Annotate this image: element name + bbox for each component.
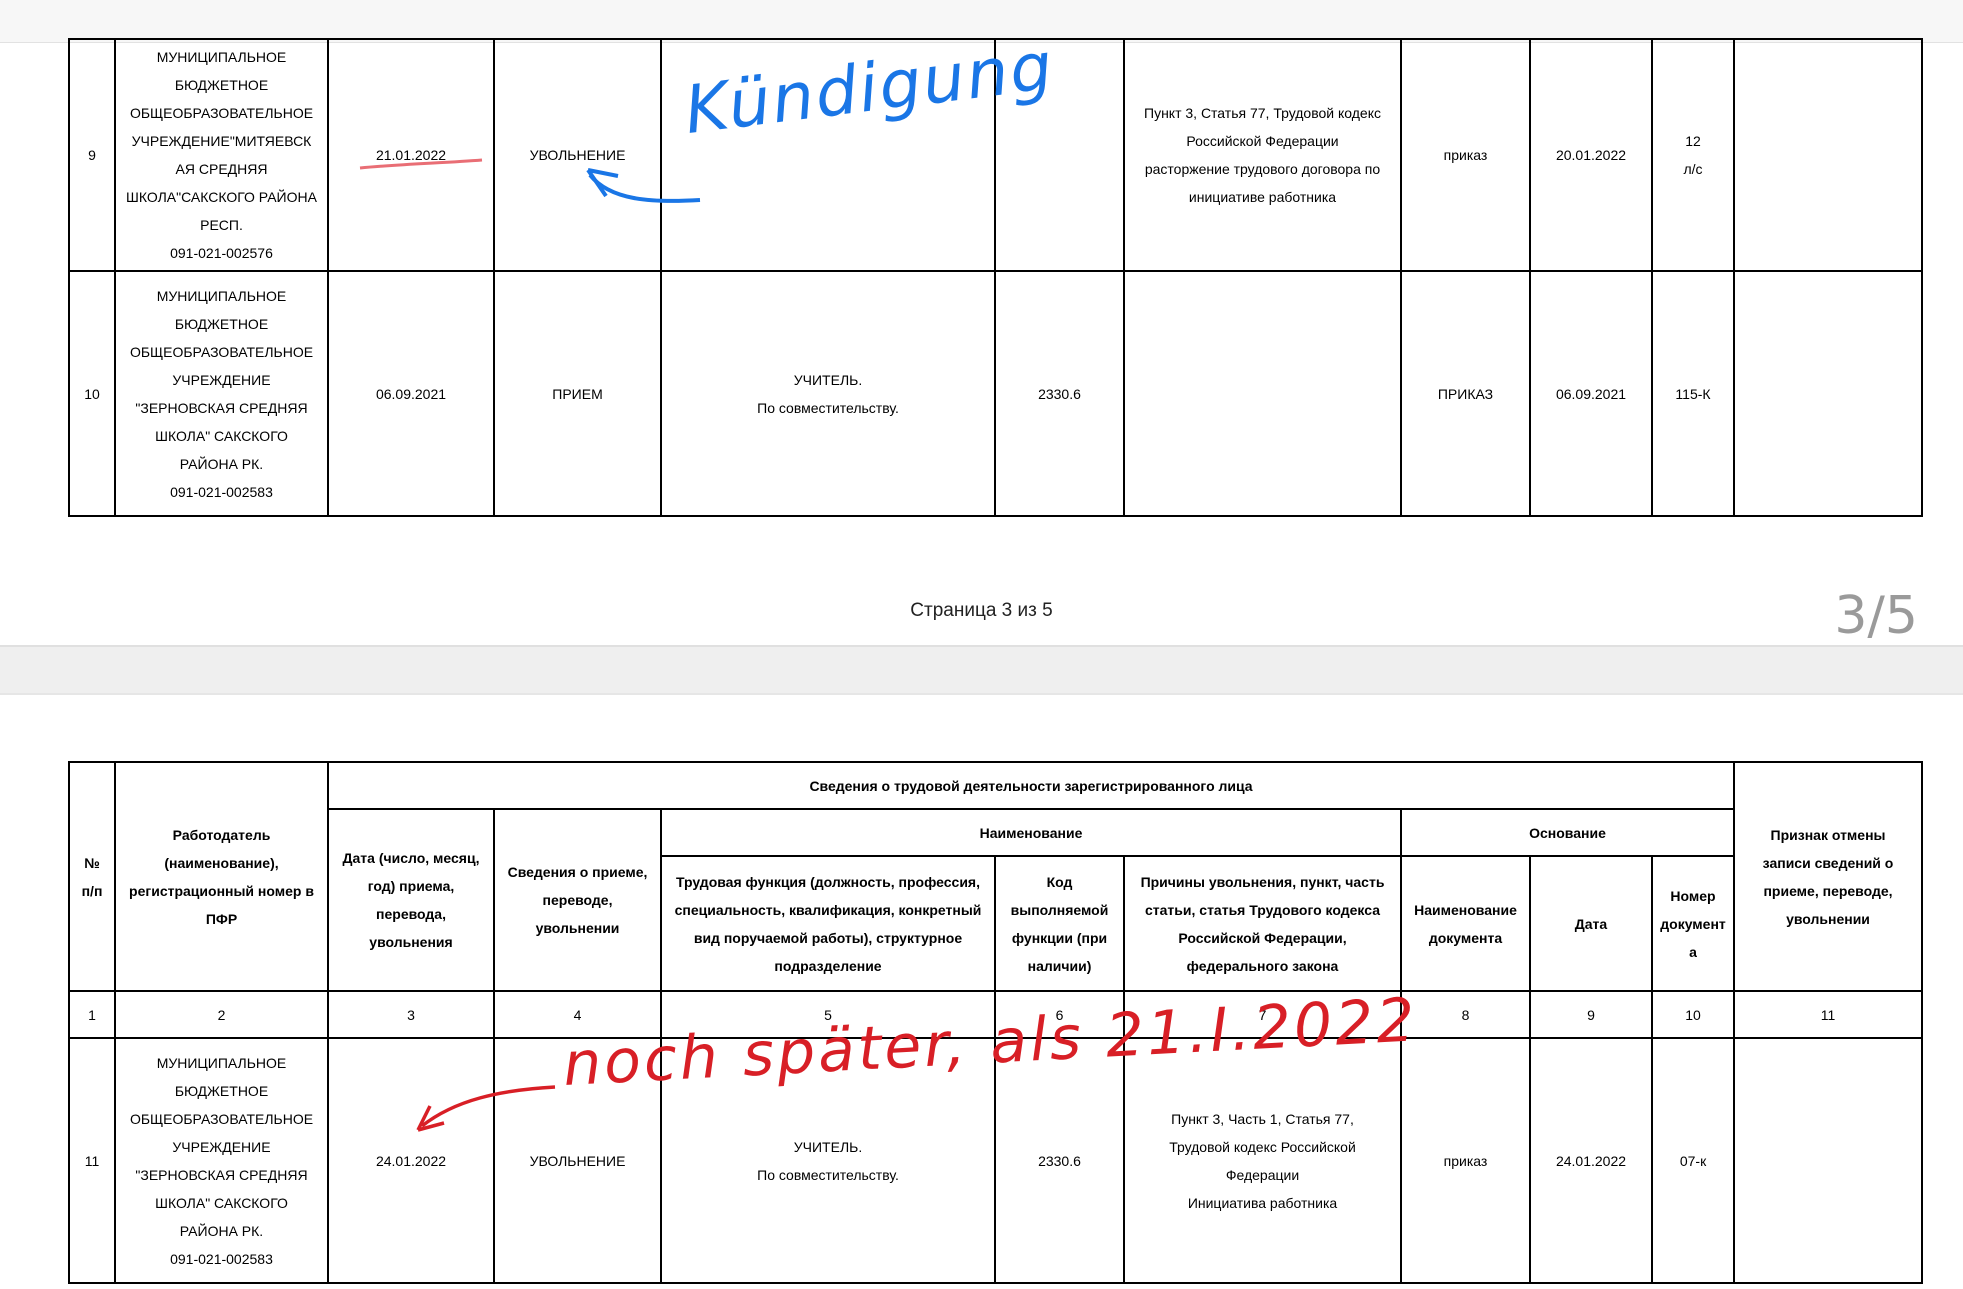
employer-cell: МУНИЦИПАЛЬНОЕ БЮДЖЕТНОЕ ОБЩЕОБРАЗОВАТЕЛЬ… <box>114 270 329 517</box>
doc-name-cell: приказ <box>1400 1037 1531 1284</box>
header-name-group: Наименование <box>660 808 1402 857</box>
doc-number-cell: 12 л/с <box>1651 38 1735 272</box>
doc-date-cell: 24.01.2022 <box>1529 1037 1653 1284</box>
column-number: 11 <box>1733 990 1924 1039</box>
cancel-cell <box>1733 1037 1924 1284</box>
cancel-cell <box>1733 270 1923 517</box>
date-cell: 21.01.2022 <box>327 38 495 272</box>
header-row: № п/п Работодатель (наименование), регис… <box>68 761 1924 992</box>
function-cell: УЧИТЕЛЬ. По совместительству. <box>660 270 996 517</box>
header-event: Сведения о приеме, переводе, увольнении <box>493 808 662 992</box>
event-cell: УВОЛЬНЕНИЕ <box>493 38 662 272</box>
doc-number-cell: 07-к <box>1650 1037 1736 1284</box>
column-number: 10 <box>1650 990 1736 1039</box>
doc-date-cell: 06.09.2021 <box>1529 270 1653 517</box>
header-code: Код выполняемой функции (при наличии) <box>994 855 1125 992</box>
header-row: Дата (число, месяц, год) приема, перевод… <box>69 808 1922 992</box>
employer-cell: МУНИЦИПАЛЬНОЕ БЮДЖЕТНОЕ ОБЩЕОБРАЗОВАТЕЛЬ… <box>114 38 329 272</box>
header-doc-number: Номер документ а <box>1650 855 1736 992</box>
header-employer: Работодатель (наименование), регистрацио… <box>114 761 329 992</box>
column-number: 3 <box>327 990 495 1039</box>
row-number: 9 <box>68 38 116 272</box>
header-basis-group: Основание <box>1399 808 1736 857</box>
table-row: 10 МУНИЦИПАЛЬНОЕ БЮДЖЕТНОЕ ОБЩЕОБРАЗОВАТ… <box>68 270 1923 517</box>
column-number: 8 <box>1400 990 1531 1039</box>
column-number: 2 <box>114 990 329 1039</box>
column-number: 9 <box>1529 990 1653 1039</box>
header-cancel: Признак отмены записи сведений о приеме,… <box>1733 761 1924 992</box>
doc-name-cell: ПРИКАЗ <box>1400 270 1531 517</box>
header-num: № п/п <box>68 761 116 992</box>
column-number: 1 <box>68 990 116 1039</box>
header-date: Дата (число, месяц, год) приема, перевод… <box>327 808 495 992</box>
reason-cell: Пункт 3, Статья 77, Трудовой кодекс Росс… <box>1123 38 1402 272</box>
doc-number-cell: 115-К <box>1651 270 1735 517</box>
header-function: Трудовая функция (должность, профессия, … <box>660 855 996 992</box>
header-doc-date: Дата <box>1529 855 1653 992</box>
date-cell: 24.01.2022 <box>327 1037 495 1284</box>
date-cell: 06.09.2021 <box>327 270 495 517</box>
cancel-cell <box>1733 38 1923 272</box>
row-number: 11 <box>68 1037 116 1284</box>
reason-cell <box>1123 270 1402 517</box>
code-cell: 2330.6 <box>994 270 1125 517</box>
row-number: 10 <box>68 270 116 517</box>
employer-cell: МУНИЦИПАЛЬНОЕ БЮДЖЕТНОЕ ОБЩЕОБРАЗОВАТЕЛЬ… <box>114 1037 329 1284</box>
page-counter: 3/5 <box>1834 586 1918 646</box>
header-reason: Причины увольнения, пункт, часть статьи,… <box>1123 855 1402 992</box>
doc-date-cell: 20.01.2022 <box>1529 38 1653 272</box>
page-separator <box>0 645 1963 695</box>
page-footer: Страница 3 из 5 <box>910 600 1053 621</box>
doc-name-cell: приказ <box>1400 38 1531 272</box>
header-info-group: Сведения о трудовой деятельности зарегис… <box>326 761 1736 810</box>
reason-cell: Пункт 3, Часть 1, Статья 77, Трудовой ко… <box>1123 1037 1402 1284</box>
header-doc-name: Наименование документа <box>1400 855 1531 992</box>
event-cell: ПРИЕМ <box>493 270 662 517</box>
